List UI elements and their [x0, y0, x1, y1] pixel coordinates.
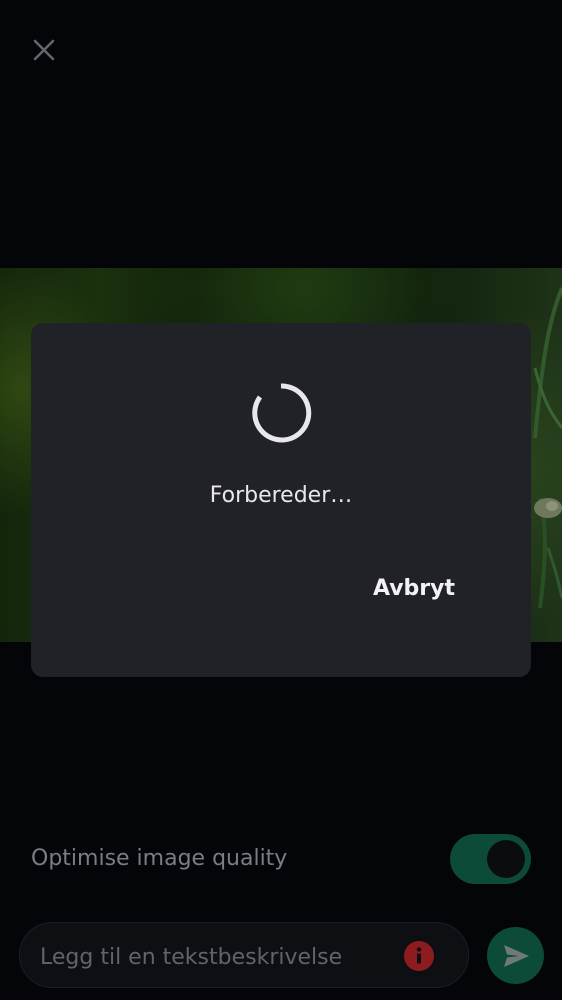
optimise-quality-label: Optimise image quality [31, 846, 288, 871]
caption-input[interactable] [38, 939, 402, 975]
optimise-quality-toggle[interactable] [450, 834, 531, 884]
send-button[interactable] [487, 927, 544, 984]
info-icon[interactable] [404, 941, 434, 971]
toggle-knob [487, 840, 525, 878]
cancel-button[interactable]: Avbryt [373, 573, 455, 603]
send-icon [503, 944, 529, 967]
caption-bar [19, 922, 469, 988]
optimise-quality-row: Optimise image quality [31, 834, 531, 884]
media-preview-screen: Forbereder… Avbryt Optimise image qualit… [0, 0, 562, 1000]
preparing-dialog: Forbereder… Avbryt [31, 323, 531, 677]
dialog-message: Forbereder… [209, 483, 353, 508]
loading-spinner-icon [252, 383, 312, 443]
info-glyph-icon [416, 947, 422, 964]
